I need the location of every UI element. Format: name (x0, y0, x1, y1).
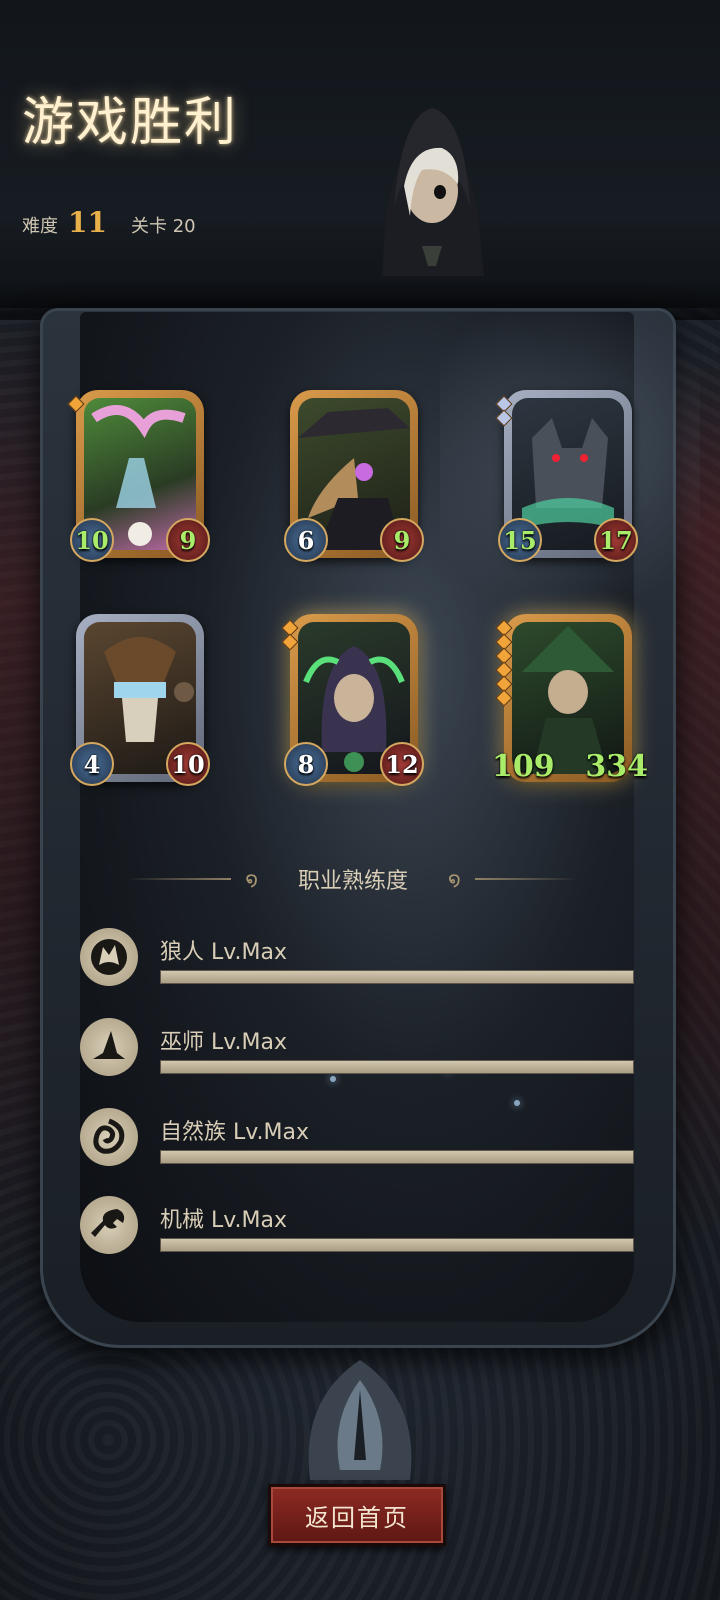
difficulty-value: 11 (68, 206, 107, 239)
unit-card-hooded-sorcerer[interactable]: 8 12 (281, 614, 424, 786)
wizard-hat-icon (80, 1018, 138, 1076)
class-row-nature: 自然族 Lv.Max (80, 1108, 634, 1178)
card-gems (281, 619, 299, 651)
attack-stat: 8 (284, 742, 328, 786)
attack-stat: 4 (70, 742, 114, 786)
unit-card-mechanic-viking[interactable]: 4 10 (70, 614, 210, 786)
health-stat: 334 (585, 748, 648, 784)
health-stat: 17 (594, 518, 638, 562)
swirl-ornament-icon: ໑ (245, 867, 258, 891)
attack-stat: 10 (70, 518, 114, 562)
victory-title: 游戏胜利 (22, 93, 239, 153)
return-home-button[interactable]: 返回首页 (268, 1484, 446, 1546)
mastery-bar-fill (161, 971, 633, 983)
mastery-title: 职业熟练度 (298, 869, 409, 894)
card-gems (67, 395, 85, 413)
class-label: 自然族 Lv.Max (160, 1120, 310, 1145)
health-stat: 10 (166, 742, 210, 786)
unit-card-werewolf[interactable]: 15 17 (495, 390, 638, 562)
class-row-werewolf: 狼人 Lv.Max (80, 928, 634, 998)
mastery-bar (160, 1060, 634, 1074)
attack-stat: 15 (498, 518, 542, 562)
wrench-icon (80, 1196, 138, 1254)
difficulty-label: 难度 (22, 216, 58, 237)
wolf-icon (80, 928, 138, 986)
stage-label: 关卡 20 (130, 216, 196, 237)
mastery-bar (160, 1150, 634, 1164)
unit-card-plant-alchemist[interactable]: 10 9 (67, 390, 210, 562)
mastery-header: ໑ 职业熟练度 ໑ (128, 862, 579, 896)
health-stat: 9 (380, 518, 424, 562)
attack-stat: 109 (492, 748, 555, 784)
unit-card-plague-doctor[interactable]: 6 9 (284, 390, 424, 562)
mastery-bar-fill (161, 1239, 633, 1251)
class-row-wizard: 巫师 Lv.Max (80, 1018, 634, 1088)
health-stat: 12 (380, 742, 424, 786)
header-panel: 游戏胜利 难度 11 关卡 20 (0, 0, 720, 320)
unit-card-green-witch[interactable]: 109 334 (492, 614, 648, 784)
card-gems (495, 619, 513, 707)
class-label: 巫师 Lv.Max (160, 1030, 288, 1055)
ember-glow-left (0, 300, 40, 1300)
attack-stat: 6 (284, 518, 328, 562)
class-label: 机械 Lv.Max (160, 1208, 288, 1233)
card-gems (495, 395, 513, 427)
run-info: 难度 11 关卡 20 (22, 206, 196, 239)
swirl-ornament-icon: ໑ (448, 867, 461, 891)
class-row-mechanical: 机械 Lv.Max (80, 1196, 634, 1266)
hero-portrait (382, 108, 484, 276)
class-label: 狼人 Lv.Max (160, 940, 288, 965)
nature-icon (80, 1108, 138, 1166)
mastery-bar (160, 1238, 634, 1252)
mastery-bar-fill (161, 1151, 633, 1163)
mastery-bar-fill (161, 1061, 633, 1073)
mastery-bar (160, 970, 634, 984)
health-stat: 9 (166, 518, 210, 562)
